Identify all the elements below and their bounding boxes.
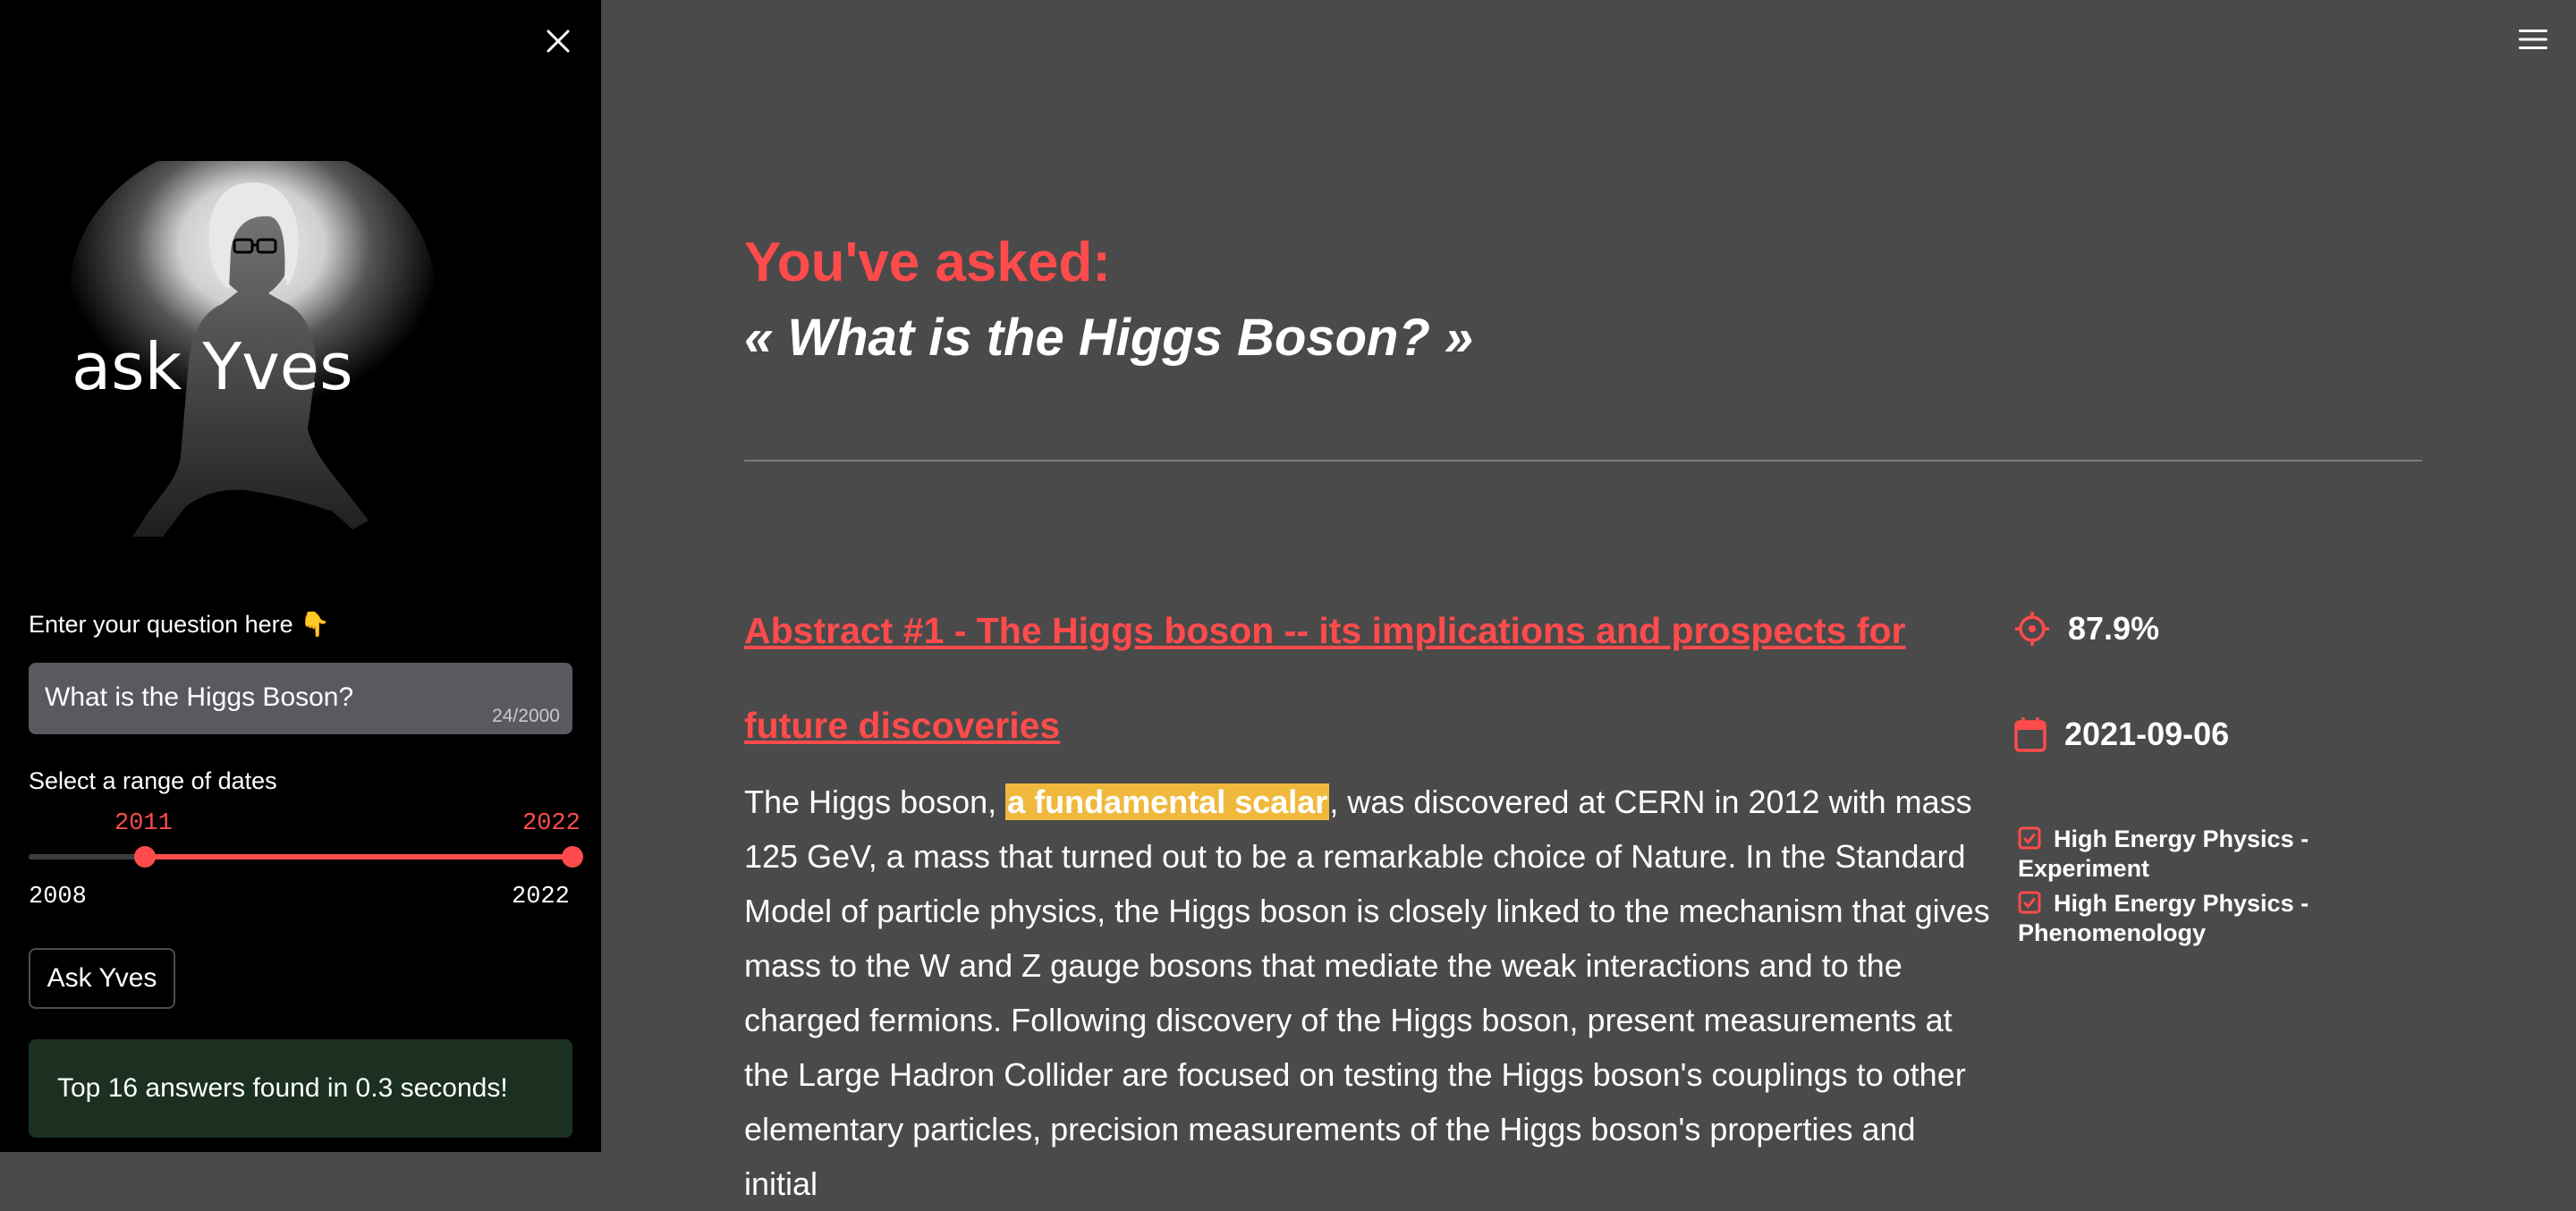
- crosshair-icon: [2015, 612, 2049, 646]
- status-message: Top 16 answers found in 0.3 seconds!: [29, 1039, 572, 1138]
- calendar-icon: [2014, 717, 2046, 752]
- close-icon: [547, 30, 570, 53]
- hamburger-menu-icon: [2519, 30, 2547, 49]
- divider: [744, 460, 2422, 462]
- logo: ask Yves: [47, 161, 458, 581]
- asked-question: « What is the Higgs Boson? »: [744, 309, 1474, 367]
- abstract-text-start: The Higgs boson,: [744, 783, 1006, 820]
- ask-yves-button[interactable]: Ask Yves: [29, 948, 175, 1009]
- category-item: High Energy Physics - Phenomenology: [2018, 889, 2358, 948]
- checkbox-checked-icon: [2018, 891, 2041, 914]
- date-slider-low-handle[interactable]: [134, 846, 156, 868]
- abstract-text-rest: , was discovered at CERN in 2012 with ma…: [744, 783, 1990, 1202]
- logo-text: ask Yves: [72, 329, 353, 404]
- date-value: 2021-09-06: [2064, 716, 2230, 752]
- asked-heading: You've asked:: [744, 232, 1111, 293]
- sidebar: ask Yves Enter your question here 👇 24/2…: [0, 0, 601, 1152]
- score-value: 87.9%: [2068, 610, 2160, 647]
- date-slider-high-handle[interactable]: [562, 846, 583, 868]
- question-input-box: 24/2000: [29, 663, 572, 734]
- category-label: High Energy Physics - Experiment: [2018, 826, 2309, 882]
- checkbox-checked-icon: [2018, 826, 2041, 850]
- logo-image: ask Yves: [47, 161, 458, 581]
- result-abstract: The Higgs boson, a fundamental scalar, w…: [744, 775, 1993, 1211]
- result-title-link[interactable]: Abstract #1 - The Higgs boson -- its imp…: [744, 583, 1996, 773]
- close-sidebar-button[interactable]: [537, 20, 580, 63]
- slider-low-value: 2011: [114, 810, 173, 837]
- date-range-label: Select a range of dates: [29, 767, 277, 794]
- slider-min-label: 2008: [29, 884, 87, 910]
- category-label: High Energy Physics - Phenomenology: [2018, 890, 2309, 946]
- date-slider-selected-range: [145, 854, 572, 860]
- status-message-text: Top 16 answers found in 0.3 seconds!: [57, 1073, 508, 1103]
- slider-max-label: 2022: [512, 884, 570, 910]
- question-label: Enter your question here 👇: [29, 611, 330, 638]
- character-counter: 24/2000: [492, 706, 560, 726]
- main-menu-button[interactable]: [2512, 21, 2555, 57]
- publication-date: 2021-09-06: [2014, 716, 2229, 753]
- abstract-highlight: a fundamental scalar: [1005, 783, 1330, 820]
- category-item: High Energy Physics - Experiment: [2018, 825, 2358, 884]
- question-input[interactable]: [45, 679, 456, 716]
- slider-high-value: 2022: [522, 810, 580, 837]
- relevance-score: 87.9%: [2014, 610, 2159, 648]
